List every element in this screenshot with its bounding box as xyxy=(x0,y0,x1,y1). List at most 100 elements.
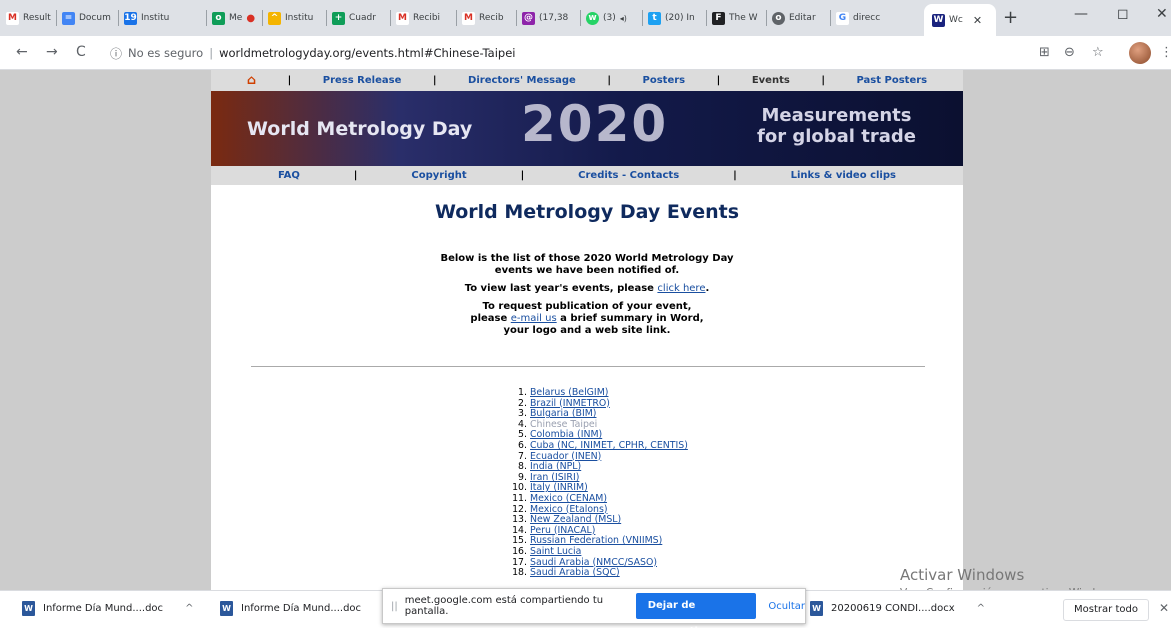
main-content: World Metrology Day Events Below is the … xyxy=(211,185,963,337)
nav-past-posters[interactable]: Past Posters xyxy=(856,75,927,86)
event-link[interactable]: Brazil (INMETRO) xyxy=(530,398,610,409)
event-link[interactable]: Italy (INRIM) xyxy=(530,482,588,494)
tab-1[interactable]: M Result xyxy=(2,8,54,28)
nav-posters[interactable]: Posters xyxy=(643,75,686,86)
tab-label: Me xyxy=(229,13,243,23)
f-icon: F xyxy=(712,11,725,25)
hide-button[interactable]: Ocultar xyxy=(768,601,805,612)
tab-5[interactable]: ^ Institu xyxy=(264,8,320,28)
new-tab-icon[interactable]: + xyxy=(1003,7,1018,28)
event-link[interactable]: Cuba (NC, INIMET, CPHR, CENTIS) xyxy=(530,440,688,451)
tab-label: Recibi xyxy=(413,13,441,23)
tab-label: (20) In xyxy=(665,13,695,23)
event-link[interactable]: India (NPL) xyxy=(530,461,581,472)
google-icon: G xyxy=(836,11,849,25)
show-all-button[interactable]: Mostrar todo xyxy=(1063,599,1149,621)
drag-handle-icon[interactable]: || xyxy=(391,601,398,612)
word-doc-icon: W xyxy=(810,601,823,616)
nav-credits-contacts[interactable]: Credits - Contacts xyxy=(578,170,679,181)
security-label: No es seguro xyxy=(128,46,204,60)
zoom-icon[interactable]: ⊖ xyxy=(1064,45,1075,60)
nav-press-release[interactable]: Press Release xyxy=(323,75,402,86)
tab-10[interactable]: w (3) ◂) xyxy=(582,8,640,28)
event-link[interactable]: New Zealand (MSL) xyxy=(530,514,621,525)
whatsapp-icon: w xyxy=(586,11,599,25)
tab-3[interactable]: 19 Institu xyxy=(120,8,176,28)
translate-icon[interactable]: ⊞ xyxy=(1039,45,1050,60)
tab-label: direcc xyxy=(853,13,881,23)
close-tab-icon[interactable]: ✕ xyxy=(973,14,982,27)
address-bar[interactable]: ⓘ No es seguro | worldmetrologyday.org/e… xyxy=(110,40,1020,66)
download-item[interactable]: W Informe Día Mund....doc ^ xyxy=(22,601,193,616)
list-item: 18. Saudi Arabia (SQC) xyxy=(512,567,620,579)
bookmark-star-icon[interactable]: ☆ xyxy=(1092,45,1104,60)
url-text: worldmetrologyday.org/events.html#Chines… xyxy=(219,46,516,60)
tab-13[interactable]: o Editar xyxy=(768,8,824,28)
email-us-link[interactable]: e-mail us xyxy=(511,313,557,324)
click-here-link[interactable]: click here xyxy=(657,283,705,294)
chevron-up-icon[interactable]: ^ xyxy=(977,603,985,614)
back-icon[interactable]: ← xyxy=(16,44,28,60)
tab-9[interactable]: @ (17,38 xyxy=(518,8,576,28)
event-link[interactable]: Iran (ISIRI) xyxy=(530,472,579,483)
event-link[interactable]: Saudi Arabia (SQC) xyxy=(530,567,620,578)
reload-icon[interactable]: C xyxy=(76,44,86,60)
forward-icon[interactable]: → xyxy=(46,44,58,60)
last-year-text: To view last year's events, please click… xyxy=(464,283,710,294)
twitter-icon: t xyxy=(648,11,661,25)
event-link[interactable]: Bulgaria (BIM) xyxy=(530,408,596,419)
screen-share-bar: || meet.google.com está compartiendo tu … xyxy=(382,588,806,628)
tab-8[interactable]: M Recib xyxy=(458,8,514,28)
nav-links-video[interactable]: Links & video clips xyxy=(791,170,896,181)
event-link[interactable]: Russian Federation (VNIIMS) xyxy=(530,535,662,547)
tab-14[interactable]: G direcc xyxy=(832,8,894,28)
tab-11[interactable]: t (20) In xyxy=(644,8,702,28)
download-item[interactable]: W 20200619 CONDI....docx ^ xyxy=(810,601,985,616)
tab-label: Docum xyxy=(79,13,111,23)
info-icon[interactable]: ⓘ xyxy=(110,45,122,62)
events-list: 1. Belarus (BelGIM) 2. Brazil (INMETRO) 3.… xyxy=(510,387,688,579)
tab-label: (17,38 xyxy=(539,13,569,23)
site-icon: W xyxy=(932,13,945,27)
maximize-icon[interactable]: ◻ xyxy=(1117,6,1129,22)
recording-dot-icon: ● xyxy=(246,12,256,24)
site-container: ⌂ | Press Release | Directors' Message |… xyxy=(211,70,963,590)
drive-icon: ^ xyxy=(268,11,281,25)
download-filename: Informe Día Mund....doc xyxy=(43,603,164,614)
event-link[interactable]: Saudi Arabia (NMCC/SASO) xyxy=(530,557,657,568)
download-filename: Informe Día Mund....doc xyxy=(241,603,362,614)
event-link[interactable]: Mexico (CENAM) xyxy=(530,493,607,504)
event-link[interactable]: Belarus (BelGIM) xyxy=(530,387,608,398)
tab-7[interactable]: M Recibi xyxy=(392,8,452,28)
chevron-up-icon[interactable]: ^ xyxy=(185,603,193,614)
menu-icon[interactable]: ⋮ xyxy=(1160,45,1171,60)
event-link[interactable]: Mexico (Etalons) xyxy=(530,504,608,515)
close-shelf-icon[interactable]: ✕ xyxy=(1159,601,1169,615)
tab-6[interactable]: + Cuadr xyxy=(328,8,384,28)
close-window-icon[interactable]: ✕ xyxy=(1156,6,1168,22)
nav-directors-message[interactable]: Directors' Message xyxy=(468,75,576,86)
share-message: meet.google.com está compartiendo tu pan… xyxy=(404,595,604,617)
minimize-icon[interactable]: — xyxy=(1074,6,1088,22)
tab-active[interactable]: W Wc ✕ xyxy=(924,4,996,36)
secondary-navigation: FAQ | Copyright | Credits - Contacts | L… xyxy=(211,166,963,185)
event-link[interactable]: Peru (INACAL) xyxy=(530,525,595,536)
event-link[interactable]: Saint Lucia xyxy=(530,546,581,557)
sheets-icon: + xyxy=(332,11,345,25)
tab-4[interactable]: o Me ● xyxy=(208,8,258,28)
nav-faq[interactable]: FAQ xyxy=(278,170,300,181)
event-link[interactable]: Ecuador (INEN) xyxy=(530,451,601,462)
request-text: To request publication of your event, pl… xyxy=(470,301,704,336)
stop-sharing-button[interactable]: Dejar de compartir xyxy=(635,593,757,628)
tab-12[interactable]: F The W xyxy=(708,8,762,28)
profile-avatar[interactable] xyxy=(1129,42,1151,64)
tab-2[interactable]: = Docum xyxy=(58,8,116,28)
nav-copyright[interactable]: Copyright xyxy=(411,170,466,181)
home-icon[interactable]: ⌂ xyxy=(247,73,256,88)
banner-year: 2020 xyxy=(521,95,669,153)
event-link[interactable]: Colombia (INM) xyxy=(530,429,602,441)
page-viewport: ⌂ | Press Release | Directors' Message |… xyxy=(0,70,1171,590)
word-doc-icon: W xyxy=(22,601,35,616)
download-item[interactable]: W Informe Día Mund....doc ^ xyxy=(220,601,391,616)
event-link-current[interactable]: Chinese Taipei xyxy=(530,419,597,430)
